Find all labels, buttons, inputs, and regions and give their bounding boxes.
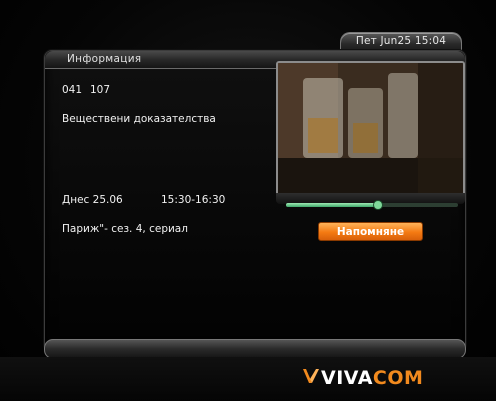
brand-logo-text: VIVACOM	[321, 367, 423, 389]
video-preview: F	[276, 61, 465, 196]
progress-bar	[286, 200, 458, 210]
channel-number: 041	[62, 84, 83, 96]
event-title: Веществени доказателства	[62, 113, 216, 125]
event-description: Париж"- сез. 4, сериал	[62, 223, 188, 235]
reminder-button[interactable]: Напомняне	[318, 222, 423, 241]
brand-logo-text-b: COM	[372, 367, 424, 389]
progress-fill	[286, 203, 378, 207]
tv-screen: Пет Jun25 15:04 Информация 041 107 Вещес…	[0, 0, 496, 401]
date-time-label: Пет Jun25 15:04	[355, 35, 447, 47]
vivacom-logo-icon	[303, 369, 319, 383]
clock-tab: Пет Jun25 15:04	[340, 32, 462, 51]
channel-id: 107	[90, 84, 111, 96]
brand-logo-text-a: VIVA	[321, 367, 373, 389]
panel-title: Информация	[67, 53, 142, 65]
preview-image	[278, 63, 463, 194]
event-time: 15:30-16:30	[161, 194, 226, 206]
bottom-bar	[44, 339, 466, 359]
event-date: Днес 25.06	[62, 194, 123, 206]
